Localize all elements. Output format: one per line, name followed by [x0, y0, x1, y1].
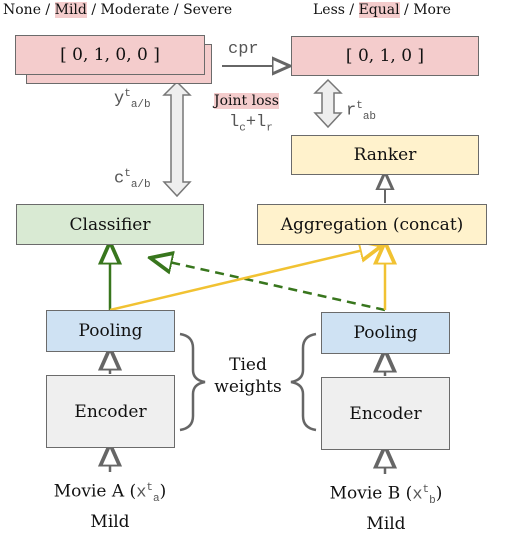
tied-weights-line2: weights [214, 377, 282, 397]
rank-vector-text: [ 0, 1, 0 ] [345, 46, 425, 66]
joint-loss-label: Joint loss [214, 93, 279, 109]
movie-b-symbol-sub: b [429, 495, 436, 508]
movie-a-symbol-sub: a [153, 493, 160, 506]
aggregation-box: Aggregation (concat) [257, 204, 487, 245]
classifier-severity-double-arrow [162, 80, 192, 198]
pooling-b-box: Pooling [321, 312, 450, 354]
movie-b-severity-label: Mild [366, 514, 406, 535]
encoder-a-box: Encoder [46, 375, 175, 448]
pooling-b-to-classifier-dashed-arrow [160, 260, 386, 312]
movie-a-close-paren: ) [159, 481, 167, 502]
pooling-a-label: Pooling [78, 321, 143, 341]
y-symbol-sub: a/b [130, 99, 151, 112]
ranker-label: Ranker [353, 145, 417, 165]
severity-option-text: None / [3, 2, 55, 18]
loss-sub-c: c [239, 122, 246, 135]
movie-a-symbol-base: x [136, 483, 147, 503]
c-symbol-sup: t [124, 168, 131, 180]
movie-a-severity-label: Mild [90, 512, 130, 533]
y-symbol-sup: t [124, 88, 131, 100]
movie-b-close-paren: ) [435, 483, 443, 504]
loss-l-ranking: l [256, 113, 267, 132]
tied-weights-label: Tied weights [208, 354, 288, 398]
encoder-b-box: Encoder [321, 377, 450, 450]
rank-highlighted-option: Equal [358, 2, 400, 18]
joint-loss-text: Joint loss [214, 93, 279, 109]
severity-vector-box: [ 0, 1, 0, 0 ] [15, 35, 205, 75]
left-brace [179, 332, 206, 432]
joint-loss-formula: lc+lr [229, 113, 273, 134]
aggregation-label: Aggregation (concat) [280, 214, 464, 235]
encoder-a-label: Encoder [74, 401, 147, 422]
movie-b-title: Movie B (xtb) [296, 479, 476, 513]
tied-weights-line1: Tied [229, 355, 267, 375]
rank-option-text: / More [399, 2, 451, 18]
movie-a-title: Movie A (xta) [20, 477, 200, 511]
loss-plus: + [245, 113, 257, 132]
rank-header: Less / Equal / More [313, 2, 451, 18]
r-symbol: rtab [346, 100, 376, 123]
movie-b-label: Movie B (xtb) Mild [296, 479, 476, 536]
classifier-label: Classifier [69, 214, 151, 235]
movie-a-name: Movie A ( [53, 481, 137, 502]
pooling-a-to-aggregation-arrow [109, 248, 372, 312]
classifier-box: Classifier [16, 204, 204, 245]
ranker-rank-double-arrow [313, 78, 343, 129]
c-symbol-sub: a/b [130, 179, 151, 192]
severity-option-text: / Moderate / Severe [86, 2, 233, 18]
r-symbol-base: r [346, 101, 357, 121]
severity-header: None / Mild / Moderate / Severe [3, 2, 232, 18]
movie-a-label: Movie A (xta) Mild [20, 477, 200, 534]
y-symbol: yta/b [114, 88, 151, 111]
c-symbol-base: c [114, 169, 125, 189]
movie-b-name: Movie B ( [329, 483, 413, 504]
rank-option-text: Less / [313, 2, 359, 18]
rank-vector-box: [ 0, 1, 0 ] [291, 36, 479, 76]
severity-highlighted-option: Mild [54, 2, 87, 18]
loss-sub-r: r [266, 122, 273, 135]
r-symbol-sub: ab [362, 111, 377, 124]
ranker-box: Ranker [291, 135, 479, 175]
loss-l-classification: l [229, 113, 240, 132]
pooling-a-box: Pooling [46, 310, 175, 352]
r-symbol-sup: t [356, 100, 363, 112]
encoder-b-label: Encoder [349, 403, 422, 424]
y-symbol-base: y [114, 89, 125, 109]
cpr-label: cpr [228, 40, 259, 59]
pooling-b-label: Pooling [353, 323, 418, 343]
severity-vector-text: [ 0, 1, 0, 0 ] [60, 45, 160, 65]
movie-b-symbol-base: x [412, 485, 423, 505]
c-symbol: cta/b [114, 168, 151, 191]
right-brace [290, 332, 317, 432]
